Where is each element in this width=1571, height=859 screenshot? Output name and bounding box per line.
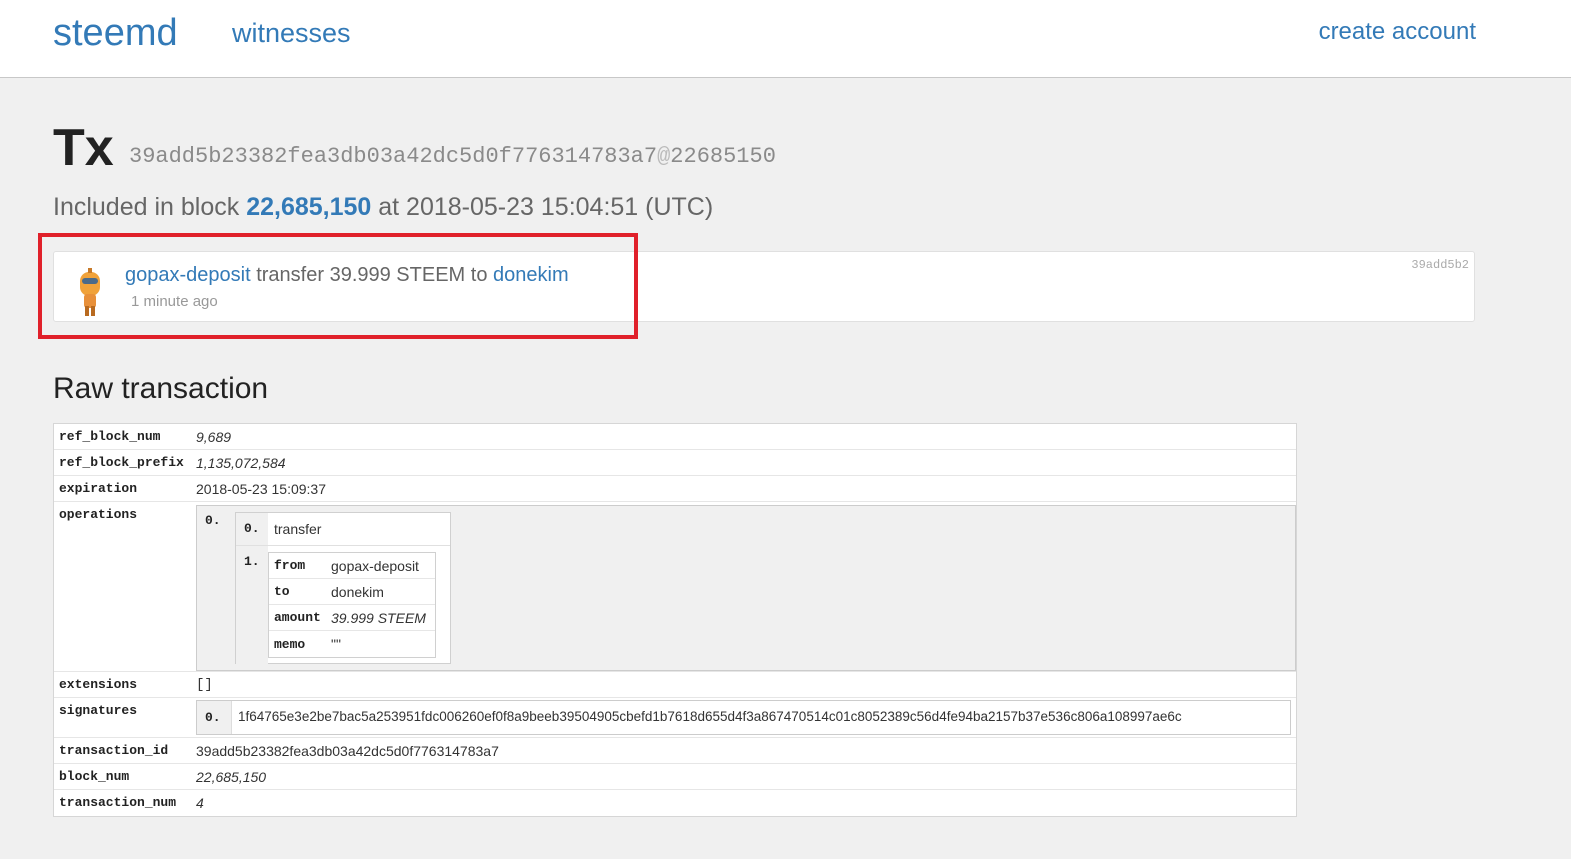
operation-params: from gopax-deposit to donekim amount 39.… — [268, 552, 436, 658]
signatures-value: 0. 1f64765e3e2be7bac5a253951fdc006260ef0… — [196, 698, 1296, 737]
table-row: extensions [] — [54, 672, 1296, 698]
operation-summary: gopax-deposit transfer 39.999 STEEM to d… — [125, 264, 569, 287]
operation-card: gopax-deposit transfer 39.999 STEEM to d… — [53, 251, 1475, 322]
operation-time: 1 minute ago — [131, 293, 218, 310]
row-value: 9,689 — [196, 429, 232, 445]
signature-index: 0. — [205, 710, 221, 725]
row-value: 39add5b23382fea3db03a42dc5d0f776314783a7 — [196, 743, 499, 759]
included-suffix: at 2018-05-23 15:04:51 (UTC) — [378, 193, 714, 221]
row-value: 4 — [196, 795, 204, 811]
param-value: 39.999 STEEM — [331, 609, 426, 626]
row-key: ref_block_prefix — [59, 455, 184, 470]
from-account-link[interactable]: gopax-deposit — [125, 264, 251, 286]
param-row: amount 39.999 STEEM — [269, 605, 435, 631]
brand-link[interactable]: steemd — [53, 12, 178, 55]
tx-hash-value: 39add5b23382fea3db03a42dc5d0f776314783a7 — [129, 144, 658, 169]
operation-action: transfer 39.999 STEEM to — [256, 264, 488, 286]
included-prefix: Included in block — [53, 193, 240, 221]
row-key: block_num — [59, 769, 130, 784]
tx-block-ref: 22685150 — [670, 144, 776, 169]
signature-item: 0. 1f64765e3e2be7bac5a253951fdc006260ef0… — [196, 700, 1291, 735]
param-key: amount — [274, 610, 321, 625]
table-row: transaction_id 39add5b23382fea3db03a42dc… — [54, 738, 1296, 764]
row-value: 22,685,150 — [196, 769, 267, 785]
table-row: operations 0. 0. transfer 1. from gopax-… — [54, 502, 1296, 672]
operation-index: 0. — [205, 513, 221, 528]
param-row: from gopax-deposit — [269, 553, 435, 579]
param-key: to — [274, 584, 290, 599]
operation-type-index: 0. — [236, 513, 268, 545]
signature-value: 1f64765e3e2be7bac5a253951fdc006260ef0f8a… — [231, 701, 1290, 734]
table-row: signatures 0. 1f64765e3e2be7bac5a253951f… — [54, 698, 1296, 738]
operation-params-row: 1. from gopax-deposit to donekim amount … — [236, 546, 450, 664]
row-key: transaction_num — [59, 795, 177, 810]
raw-transaction-title: Raw transaction — [53, 372, 269, 405]
table-row: ref_block_prefix 1,135,072,584 — [54, 450, 1296, 476]
operations-value: 0. 0. transfer 1. from gopax-deposit to … — [196, 502, 1296, 671]
tx-hash: 39add5b23382fea3db03a42dc5d0f776314783a7… — [129, 144, 776, 169]
row-key: signatures — [59, 703, 138, 718]
row-value: [] — [196, 677, 213, 693]
navbar: steemd witnesses create account — [0, 0, 1571, 78]
table-row: transaction_num 4 — [54, 790, 1296, 816]
avatar-icon — [80, 268, 100, 316]
create-account-link[interactable]: create account — [1319, 18, 1476, 46]
param-row: memo "" — [269, 631, 435, 657]
param-row: to donekim — [269, 579, 435, 605]
operation-type-row: 0. transfer — [236, 513, 450, 546]
at-symbol: @ — [657, 144, 671, 169]
nav-witnesses-link[interactable]: witnesses — [232, 18, 351, 49]
row-key: extensions — [59, 677, 138, 692]
to-account-link[interactable]: donekim — [493, 264, 569, 286]
operation-short-hash[interactable]: 39add5b2 — [1411, 258, 1469, 272]
param-value: gopax-deposit — [331, 557, 419, 574]
row-key: expiration — [59, 481, 138, 496]
row-key: transaction_id — [59, 743, 169, 758]
row-value: 1,135,072,584 — [196, 455, 286, 471]
page-title: Tx — [53, 119, 114, 177]
row-value: 2018-05-23 15:09:37 — [196, 481, 326, 497]
operations-list: 0. 0. transfer 1. from gopax-deposit to … — [196, 505, 1296, 671]
row-key: ref_block_num — [59, 429, 161, 444]
operation-type: transfer — [274, 521, 322, 537]
param-key: memo — [274, 636, 306, 652]
included-in-block: Included in block 22,685,150 at 2018-05-… — [53, 193, 713, 222]
param-value: donekim — [331, 583, 384, 600]
param-value: "" — [331, 636, 341, 652]
table-row: block_num 22,685,150 — [54, 764, 1296, 790]
param-key: from — [274, 558, 306, 573]
operation-params-index: 1. — [236, 546, 268, 664]
table-row: ref_block_num 9,689 — [54, 424, 1296, 450]
block-link[interactable]: 22,685,150 — [246, 193, 371, 221]
row-key: operations — [59, 507, 138, 522]
raw-transaction-table: ref_block_num 9,689 ref_block_prefix 1,1… — [53, 423, 1297, 817]
operation-item: 0. transfer 1. from gopax-deposit to don… — [235, 512, 451, 664]
table-row: expiration 2018-05-23 15:09:37 — [54, 476, 1296, 502]
